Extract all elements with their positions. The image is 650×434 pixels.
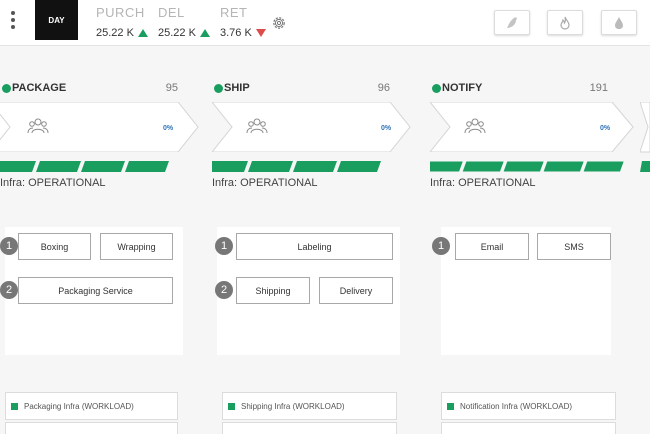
workload-item[interactable]: Notification Infra (WORKLOAD) bbox=[441, 392, 616, 420]
step-number: 2 bbox=[0, 281, 18, 299]
task-panel: 1 Boxing Wrapping 2 Packaging Service bbox=[0, 227, 183, 355]
stage-percent: 0% bbox=[381, 125, 392, 132]
stage-chevron[interactable]: 0% bbox=[0, 102, 200, 152]
task-button-packaging-service[interactable]: Packaging Service bbox=[18, 277, 173, 304]
workload-status-icon bbox=[447, 402, 454, 410]
metric-label: PURCH bbox=[96, 5, 145, 20]
bird-tool-button[interactable] bbox=[494, 10, 530, 35]
workload-item[interactable] bbox=[222, 422, 397, 434]
stage-status-dot bbox=[2, 84, 11, 93]
workload-status-icon bbox=[228, 402, 235, 410]
infra-status: Infra: OPERATIONAL bbox=[212, 177, 318, 189]
task-button-sms[interactable]: SMS bbox=[537, 233, 611, 260]
period-day-button[interactable]: DAY bbox=[35, 0, 78, 40]
stage-column-ship: SHIP 96 0% Infra: OPERATIONAL 1 Labeling… bbox=[212, 46, 432, 434]
task-panel: 1 Email SMS bbox=[432, 227, 611, 355]
workload-item[interactable]: Shipping Infra (WORKLOAD) bbox=[222, 392, 397, 420]
metric-purch: PURCH 25.22 K bbox=[96, 5, 148, 39]
stage-column-notify: NOTIFY 191 0% Infra: OPERATIONAL 1 Email… bbox=[430, 46, 650, 434]
workload-label: Notification Infra (WORKLOAD) bbox=[460, 401, 573, 411]
top-toolbar: DAY PURCH 25.22 K DEL 25.22 K RET 3.76 K bbox=[0, 0, 650, 46]
stage-name: SHIP bbox=[224, 82, 250, 94]
stage-progress-bar bbox=[430, 161, 624, 172]
stage-chevron[interactable]: 0% bbox=[430, 102, 635, 152]
stage-percent: 0% bbox=[600, 125, 611, 132]
bird-icon bbox=[507, 16, 517, 28]
infra-status: Infra: OPERATIONAL bbox=[0, 177, 106, 189]
metric-label: RET bbox=[220, 5, 248, 20]
drop-tool-button[interactable] bbox=[601, 10, 637, 35]
metric-value: 25.22 K bbox=[96, 27, 134, 39]
stage-chevron[interactable]: 0% bbox=[212, 102, 412, 152]
stage-column-next-edge bbox=[640, 102, 650, 172]
drop-icon bbox=[615, 16, 623, 29]
infra-status: Infra: OPERATIONAL bbox=[430, 177, 536, 189]
kebab-menu-icon[interactable] bbox=[9, 11, 17, 33]
stage-column-package: PACKAGE 95 0% Infra: OPERATIONAL 1 Boxin… bbox=[0, 46, 220, 434]
metric-value: 3.76 K bbox=[220, 27, 252, 39]
stage-progress-bar bbox=[212, 161, 381, 172]
flame-tool-button[interactable] bbox=[547, 10, 583, 35]
task-button-delivery[interactable]: Delivery bbox=[319, 277, 393, 304]
workload-item[interactable]: Packaging Infra (WORKLOAD) bbox=[5, 392, 178, 420]
workload-item[interactable] bbox=[441, 422, 616, 434]
stage-count: 191 bbox=[589, 82, 608, 94]
stage-status-dot bbox=[214, 84, 223, 93]
workload-label: Packaging Infra (WORKLOAD) bbox=[24, 401, 134, 411]
trend-up-icon bbox=[199, 29, 210, 37]
workload-item[interactable] bbox=[5, 422, 178, 434]
workload-label: Shipping Infra (WORKLOAD) bbox=[241, 401, 345, 411]
trend-up-icon bbox=[137, 29, 148, 37]
step-number: 2 bbox=[215, 281, 233, 299]
workload-status-icon bbox=[11, 402, 18, 410]
metric-del: DEL 25.22 K bbox=[158, 5, 210, 39]
task-button-shipping[interactable]: Shipping bbox=[236, 277, 310, 304]
stage-progress-bar bbox=[0, 161, 169, 172]
metric-ret: RET 3.76 K bbox=[220, 5, 266, 39]
step-number: 1 bbox=[0, 237, 18, 255]
task-button-boxing[interactable]: Boxing bbox=[18, 233, 91, 260]
stage-percent: 0% bbox=[163, 125, 174, 132]
stage-name: NOTIFY bbox=[442, 82, 483, 94]
flame-icon bbox=[560, 16, 570, 30]
step-number: 1 bbox=[215, 237, 233, 255]
task-panel: 1 Labeling 2 Shipping Delivery bbox=[215, 227, 400, 355]
metric-value: 25.22 K bbox=[158, 27, 196, 39]
stage-count: 95 bbox=[165, 82, 178, 94]
trend-down-icon bbox=[255, 29, 266, 37]
metric-label: DEL bbox=[158, 5, 185, 20]
task-button-email[interactable]: Email bbox=[455, 233, 529, 260]
stage-count: 96 bbox=[377, 82, 390, 94]
step-number: 1 bbox=[432, 237, 450, 255]
gear-icon[interactable] bbox=[271, 15, 287, 31]
task-button-wrapping[interactable]: Wrapping bbox=[100, 233, 173, 260]
task-button-labeling[interactable]: Labeling bbox=[236, 233, 393, 260]
stage-name: PACKAGE bbox=[12, 82, 67, 94]
stage-status-dot bbox=[432, 84, 441, 93]
